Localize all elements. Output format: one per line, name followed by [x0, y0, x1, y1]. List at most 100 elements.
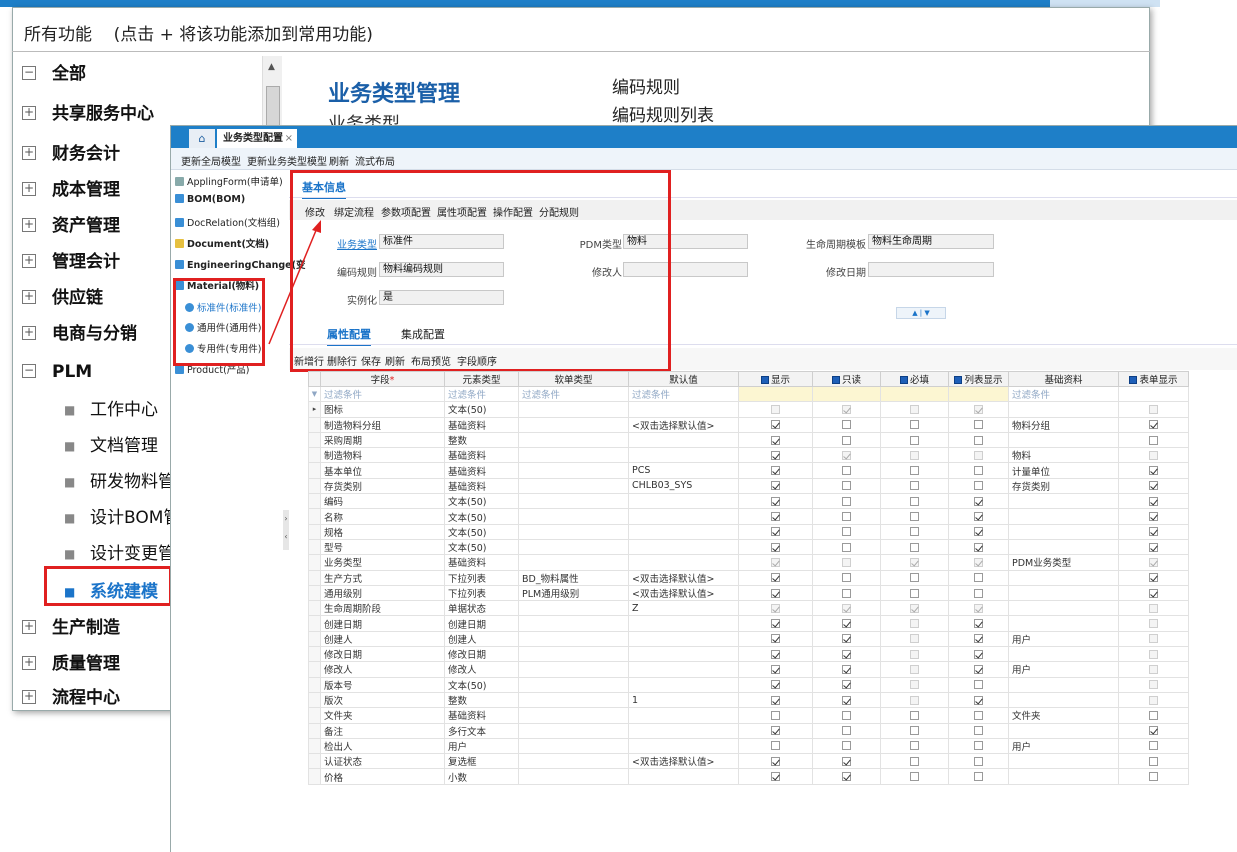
checkbox-cell[interactable]	[812, 722, 881, 739]
checkbox-cell[interactable]	[738, 768, 813, 785]
cell-s[interactable]	[518, 462, 629, 479]
cell-b[interactable]: 计量单位	[1008, 462, 1119, 479]
checkbox-cell[interactable]	[812, 676, 881, 693]
cell-d[interactable]	[628, 676, 739, 693]
table-row[interactable]: 认证状态 复选框 <双击选择默认值>	[308, 753, 1189, 770]
checkbox[interactable]	[1149, 695, 1158, 705]
cell-b[interactable]: 存货类别	[1008, 477, 1119, 495]
checkbox[interactable]	[771, 710, 780, 720]
table-row[interactable]: 制造物料 基础资料 物料	[308, 447, 1189, 464]
row-header[interactable]	[308, 538, 321, 556]
checkbox-cell[interactable]	[1118, 600, 1189, 617]
checkbox[interactable]	[1149, 573, 1158, 583]
row-header[interactable]	[308, 661, 321, 678]
table-row[interactable]: 修改日期 修改日期	[308, 646, 1189, 663]
checkbox-cell[interactable]	[948, 416, 1009, 433]
cell-t[interactable]: 基础资料	[444, 462, 519, 479]
cell-s[interactable]	[518, 646, 629, 663]
checkbox-cell[interactable]	[812, 615, 881, 632]
cell-b[interactable]	[1008, 722, 1119, 739]
cell-s[interactable]	[518, 722, 629, 739]
row-header[interactable]	[308, 462, 321, 479]
checkbox[interactable]	[771, 619, 780, 629]
checkbox[interactable]	[1149, 772, 1158, 782]
cell-t[interactable]: 文本(50)	[444, 523, 519, 540]
row-header[interactable]	[308, 493, 321, 510]
checkbox-cell[interactable]	[812, 447, 881, 464]
table-row[interactable]: 版次 整数 1	[308, 691, 1189, 709]
cell-f[interactable]: 版本号	[320, 676, 445, 693]
row-header[interactable]	[308, 508, 321, 525]
checkbox[interactable]	[910, 710, 919, 720]
checkbox[interactable]	[1149, 481, 1158, 491]
checkbox[interactable]	[1149, 527, 1158, 537]
table-row[interactable]: 存货类别 基础资料 CHLB03_SYS 存货类别	[308, 477, 1189, 495]
checkbox-cell[interactable]	[812, 462, 881, 479]
checkbox[interactable]	[974, 619, 983, 629]
checkbox-cell[interactable]	[738, 447, 813, 464]
checkbox-cell[interactable]	[738, 753, 813, 770]
checkbox[interactable]	[910, 573, 919, 583]
cell-s[interactable]	[518, 508, 629, 525]
checkbox-cell[interactable]	[948, 615, 1009, 632]
checkbox-cell[interactable]	[880, 431, 949, 449]
checkbox[interactable]	[842, 588, 851, 598]
row-header[interactable]	[308, 768, 321, 785]
checkbox[interactable]	[974, 542, 983, 552]
table-row[interactable]: 编码 文本(50)	[308, 493, 1189, 510]
checkbox[interactable]	[974, 603, 983, 613]
cell-t[interactable]: 整数	[444, 691, 519, 709]
table-row[interactable]: 价格 小数	[308, 768, 1189, 785]
checkbox-cell[interactable]	[948, 691, 1009, 709]
checkbox-cell[interactable]	[738, 600, 813, 617]
update-biz-type-model-button[interactable]: 更新业务类型模型	[247, 153, 327, 168]
table-row[interactable]: 创建日期 创建日期	[308, 615, 1189, 632]
checkbox[interactable]	[771, 573, 780, 583]
checkbox[interactable]	[910, 680, 919, 690]
row-header[interactable]	[308, 691, 321, 709]
checkbox-cell[interactable]	[948, 600, 1009, 617]
table-row[interactable]: 修改人 修改人 用户	[308, 661, 1189, 678]
checkbox-cell[interactable]	[880, 584, 949, 602]
checkbox-cell[interactable]	[880, 523, 949, 540]
cell-s[interactable]	[518, 661, 629, 678]
checkbox[interactable]	[974, 450, 983, 460]
cell-d[interactable]	[628, 722, 739, 739]
column-header[interactable]: 只读	[812, 371, 881, 387]
checkbox[interactable]	[974, 634, 983, 644]
checkbox[interactable]	[1149, 710, 1158, 720]
checkbox-cell[interactable]	[948, 477, 1009, 495]
row-header[interactable]	[308, 707, 321, 724]
filter-cell[interactable]: 过滤条件	[518, 385, 629, 403]
cell-s[interactable]	[518, 737, 629, 755]
checkbox-cell[interactable]	[948, 646, 1009, 663]
checkbox-cell[interactable]	[738, 615, 813, 632]
checkbox[interactable]	[842, 680, 851, 690]
checkbox[interactable]	[771, 664, 780, 674]
checkbox[interactable]	[974, 680, 983, 690]
row-header[interactable]	[308, 737, 321, 755]
checkbox[interactable]	[1149, 649, 1158, 659]
cell-s[interactable]: PLM通用级别	[518, 584, 629, 602]
table-row[interactable]: 创建人 创建人 用户	[308, 630, 1189, 648]
table-row[interactable]: 型号 文本(50)	[308, 538, 1189, 556]
checkbox[interactable]	[1149, 664, 1158, 674]
checkbox-cell[interactable]	[738, 646, 813, 663]
checkbox-cell[interactable]	[880, 722, 949, 739]
expand-icon[interactable]: +	[22, 254, 36, 268]
expand-icon[interactable]: +	[22, 146, 36, 160]
checkbox[interactable]	[974, 496, 983, 506]
flow-layout-button[interactable]: 流式布局	[355, 153, 395, 168]
checkbox[interactable]	[974, 420, 983, 430]
module-title[interactable]: 业务类型管理	[328, 76, 460, 108]
cell-s[interactable]	[518, 676, 629, 693]
checkbox[interactable]	[974, 756, 983, 766]
checkbox[interactable]	[910, 649, 919, 659]
column-header[interactable]: 表单显示	[1118, 371, 1189, 387]
expand-icon[interactable]: +	[22, 218, 36, 232]
checkbox-cell[interactable]	[948, 508, 1009, 525]
checkbox[interactable]	[910, 741, 919, 751]
expand-icon[interactable]: +	[22, 326, 36, 340]
checkbox[interactable]	[910, 772, 919, 782]
checkbox[interactable]	[842, 649, 851, 659]
